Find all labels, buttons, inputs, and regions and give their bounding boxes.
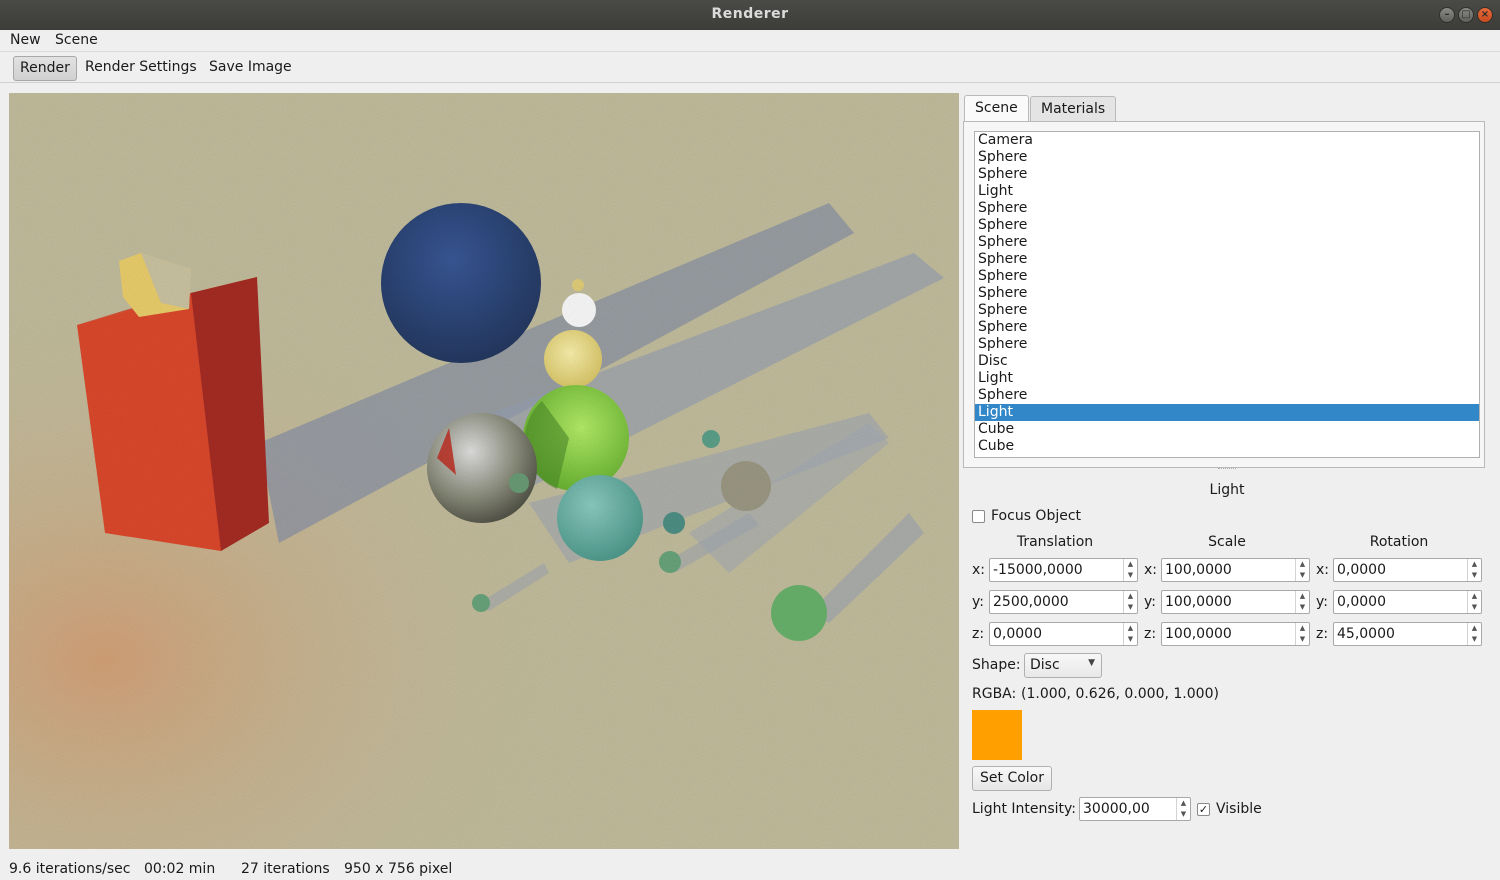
scale-x-label: x:	[1144, 562, 1158, 578]
list-item[interactable]: Sphere	[975, 234, 1479, 251]
maximize-button[interactable]: □	[1458, 7, 1474, 23]
spin-arrows-icon[interactable]: ▲ ▼	[1123, 591, 1137, 613]
set-color-button[interactable]: Set Color	[972, 766, 1052, 791]
spin-arrows-icon[interactable]: ▲ ▼	[1295, 559, 1309, 581]
list-item[interactable]: Light	[975, 370, 1479, 387]
list-item[interactable]: Light	[975, 183, 1479, 200]
translation-y-value: 2500,0000	[993, 594, 1069, 610]
render-settings-button[interactable]: Render Settings	[79, 56, 203, 81]
shape-label: Shape:	[972, 657, 1021, 673]
rotation-y-label: y:	[1316, 594, 1328, 610]
rgba-label: RGBA:	[972, 686, 1017, 702]
visible-checkbox[interactable]: ✓	[1197, 803, 1210, 816]
translation-y-label: y:	[972, 594, 984, 610]
shape-value: Disc	[1030, 657, 1060, 673]
list-item[interactable]: Sphere	[975, 200, 1479, 217]
shape-dropdown[interactable]: Disc ▼	[1024, 653, 1102, 678]
list-item[interactable]: Sphere	[975, 217, 1479, 234]
list-item[interactable]: Sphere	[975, 251, 1479, 268]
list-item[interactable]: Camera	[975, 132, 1479, 149]
window-title: Renderer	[711, 6, 789, 22]
minimize-button[interactable]: –	[1439, 7, 1455, 23]
list-item[interactable]: Cube	[975, 421, 1479, 438]
scale-x-value: 100,0000	[1165, 562, 1232, 578]
splitter-handle[interactable]	[1218, 468, 1236, 470]
toolbar: Render Render Settings Save Image	[0, 53, 1500, 83]
translation-z-label: z:	[972, 626, 985, 642]
rotation-z-value: 45,0000	[1337, 626, 1395, 642]
list-item[interactable]: Sphere	[975, 268, 1479, 285]
chevron-down-icon: ▼	[1088, 658, 1095, 668]
rotation-z-spinbox[interactable]: 45,0000 ▲ ▼	[1333, 622, 1482, 646]
list-item[interactable]: Sphere	[975, 166, 1479, 183]
status-rate: 9.6 iterations/sec	[9, 861, 131, 877]
spin-arrows-icon[interactable]: ▲ ▼	[1467, 591, 1481, 613]
spin-arrows-icon[interactable]: ▲ ▼	[1467, 559, 1481, 581]
translation-z-spinbox[interactable]: 0,0000 ▲ ▼	[989, 622, 1138, 646]
spin-arrows-icon[interactable]: ▲ ▼	[1467, 623, 1481, 645]
translation-x-spinbox[interactable]: -15000,0000 ▲ ▼	[989, 558, 1138, 582]
spin-arrows-icon[interactable]: ▲ ▼	[1176, 798, 1190, 820]
spin-arrows-icon[interactable]: ▲ ▼	[1295, 623, 1309, 645]
scale-z-spinbox[interactable]: 100,0000 ▲ ▼	[1161, 622, 1310, 646]
scale-z-value: 100,0000	[1165, 626, 1232, 642]
list-item[interactable]: Cube	[975, 438, 1479, 455]
list-item[interactable]: Sphere	[975, 285, 1479, 302]
rgba-value: (1.000, 0.626, 0.000, 1.000)	[1021, 686, 1219, 702]
status-width: 950 x	[344, 861, 384, 877]
rotation-x-value: 0,0000	[1337, 562, 1386, 578]
translation-z-value: 0,0000	[993, 626, 1042, 642]
render-viewport[interactable]	[9, 93, 959, 849]
rotation-y-value: 0,0000	[1337, 594, 1386, 610]
scale-y-label: y:	[1144, 594, 1156, 610]
rotation-x-label: x:	[1316, 562, 1330, 578]
translation-x-label: x:	[972, 562, 986, 578]
rotation-header: Rotation	[1369, 534, 1429, 550]
rendered-scene-image	[9, 93, 959, 849]
status-height: 756 pixel	[388, 861, 453, 877]
window-titlebar: Renderer – □ ×	[0, 0, 1500, 30]
focus-object-checkbox[interactable]	[972, 510, 985, 523]
list-item[interactable]: Sphere	[975, 387, 1479, 404]
spin-arrows-icon[interactable]: ▲ ▼	[1295, 591, 1309, 613]
list-item[interactable]: Light	[975, 404, 1479, 421]
scale-z-label: z:	[1144, 626, 1157, 642]
scene-object-list[interactable]: Camera Sphere Sphere Light Sphere Sphere Spher…	[974, 131, 1480, 458]
light-intensity-spinbox[interactable]: 30000,00 ▲ ▼	[1079, 797, 1191, 821]
list-item[interactable]: Disc	[975, 353, 1479, 370]
spin-arrows-icon[interactable]: ▲ ▼	[1123, 559, 1137, 581]
save-image-button[interactable]: Save Image	[203, 56, 298, 81]
focus-object-label: Focus Object	[991, 508, 1082, 524]
scale-y-value: 100,0000	[1165, 594, 1232, 610]
rotation-x-spinbox[interactable]: 0,0000 ▲ ▼	[1333, 558, 1482, 582]
list-item[interactable]: Sphere	[975, 302, 1479, 319]
rotation-z-label: z:	[1316, 626, 1329, 642]
translation-x-value: -15000,0000	[993, 562, 1083, 578]
menu-new[interactable]: New	[10, 32, 41, 48]
translation-header: Translation	[1016, 534, 1094, 550]
color-swatch	[972, 710, 1022, 760]
rotation-y-spinbox[interactable]: 0,0000 ▲ ▼	[1333, 590, 1482, 614]
tab-materials[interactable]: Materials	[1030, 96, 1117, 122]
status-time: 00:02 min	[144, 861, 216, 877]
scale-header: Scale	[1208, 534, 1246, 550]
visible-label: Visible	[1216, 801, 1262, 817]
list-item[interactable]: Sphere	[975, 319, 1479, 336]
status-iterations: 27 iterations	[241, 861, 330, 877]
scale-y-spinbox[interactable]: 100,0000 ▲ ▼	[1161, 590, 1310, 614]
spin-arrows-icon[interactable]: ▲ ▼	[1123, 623, 1137, 645]
tab-scene[interactable]: Scene	[964, 95, 1029, 123]
render-button[interactable]: Render	[13, 56, 77, 81]
list-item[interactable]: Sphere	[975, 149, 1479, 166]
menu-scene[interactable]: Scene	[55, 32, 98, 48]
properties-header: Light	[1209, 482, 1245, 498]
menu-bar: New Scene	[0, 30, 1500, 52]
list-item[interactable]: Sphere	[975, 336, 1479, 353]
scale-x-spinbox[interactable]: 100,0000 ▲ ▼	[1161, 558, 1310, 582]
translation-y-spinbox[interactable]: 2500,0000 ▲ ▼	[989, 590, 1138, 614]
close-button[interactable]: ×	[1477, 7, 1493, 23]
light-intensity-label: Light Intensity:	[972, 801, 1077, 817]
light-intensity-value: 30000,00	[1083, 801, 1150, 817]
